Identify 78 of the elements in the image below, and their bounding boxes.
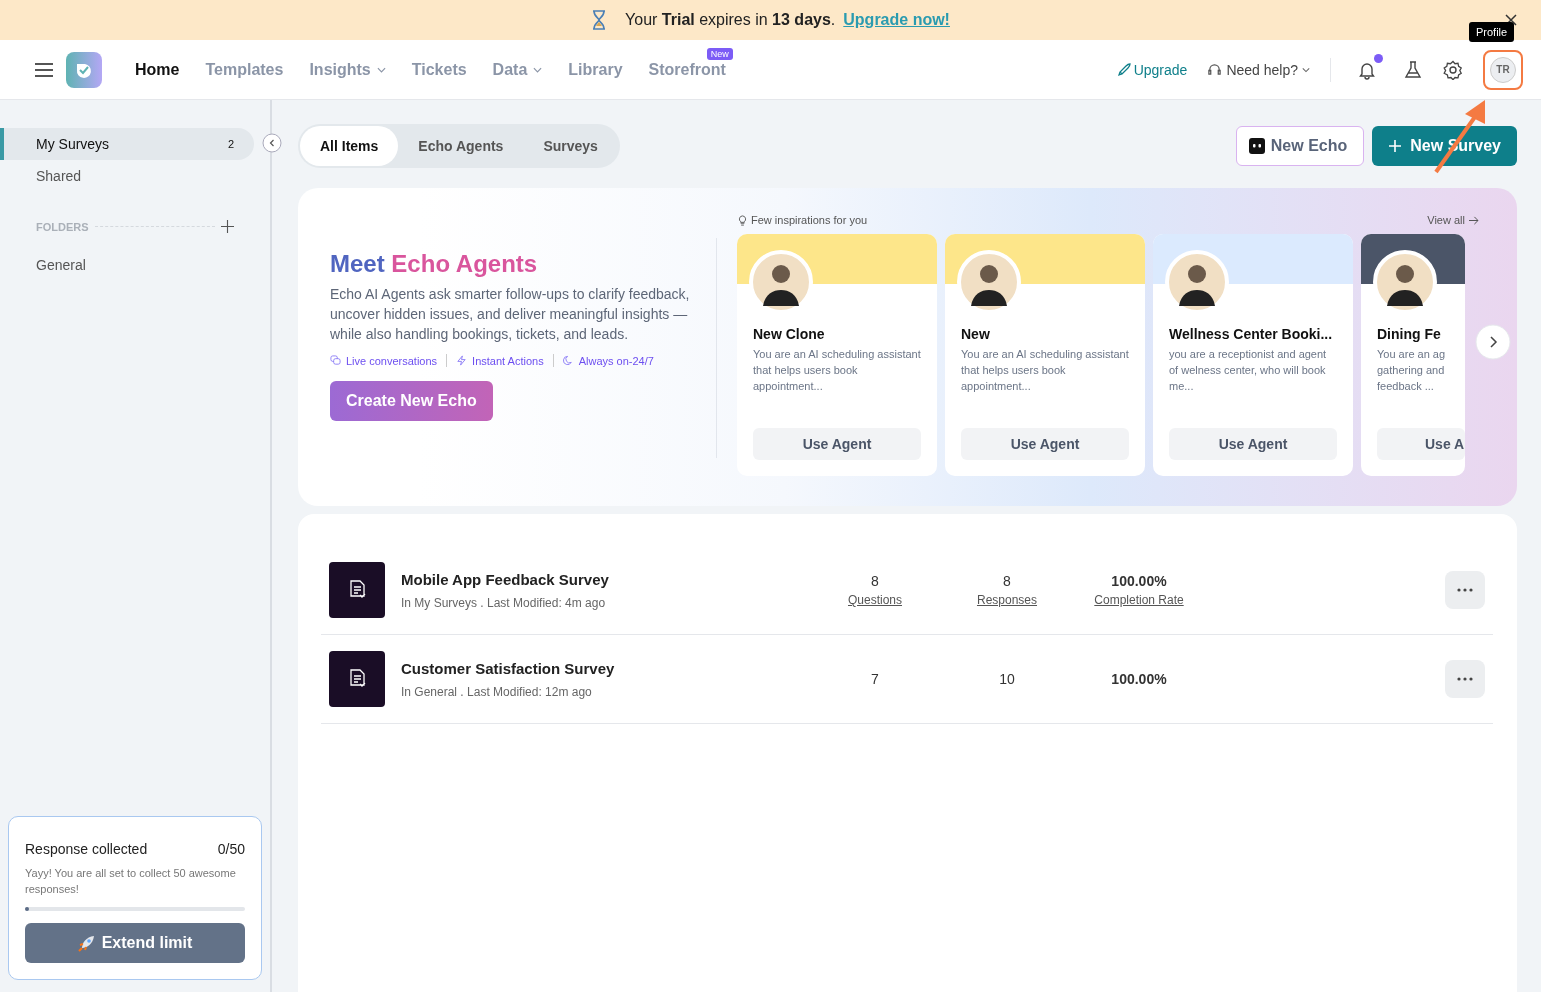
agent-card[interactable]: New You are an AI scheduling assistant that helps users book appointment... Use Agent [945, 234, 1145, 476]
agent-description: You are an ag gathering and feedback ... [1377, 347, 1447, 394]
responses-link[interactable]: Responses [976, 593, 1037, 607]
lightbulb-icon [737, 214, 748, 226]
use-agent-button[interactable]: Use Agent [961, 428, 1129, 460]
chevron-down-icon [533, 66, 543, 73]
trial-message: Your Trial expires in 13 days. [625, 11, 836, 29]
folder-item[interactable]: General [0, 249, 270, 281]
agent-description: you are a receptionist and agent of welness center, who will book me... [1169, 347, 1328, 394]
robot-face-icon [1248, 138, 1265, 154]
document-icon[interactable] [329, 562, 385, 618]
response-count: 10 [999, 671, 1015, 687]
filter-tab[interactable]: Echo Agents [398, 126, 524, 166]
use-agent-button[interactable]: Use Agent [753, 428, 921, 460]
sidebar-item[interactable]: Shared [0, 160, 254, 192]
questions-link[interactable]: Questions [848, 593, 902, 607]
inspirations-heading: Few inspirations for you [751, 214, 868, 226]
create-echo-button[interactable]: Create New Echo [330, 381, 493, 421]
completion-rate: 100.00% [1111, 671, 1167, 687]
chat-icon [330, 355, 341, 366]
usage-count: 0/50 [217, 841, 245, 857]
feature-label: Instant Actions [472, 354, 544, 367]
survey-name[interactable]: Mobile App Feedback Survey [401, 570, 801, 588]
completion-rate-link[interactable]: Completion Rate [1094, 593, 1184, 607]
add-folder-icon[interactable] [221, 220, 234, 233]
headset-icon [1207, 62, 1223, 77]
feature-label: Always on-24/7 [578, 354, 654, 367]
close-icon[interactable] [1505, 14, 1517, 26]
moon-icon [562, 355, 574, 366]
menu-icon[interactable] [34, 61, 54, 78]
completion-rate: 100.00% [1111, 573, 1167, 589]
agent-description: You are an AI scheduling assistant that helps users book appointment... [753, 347, 921, 394]
use-agent-button[interactable]: Use A [1377, 428, 1465, 460]
survey-meta: In General . Last Modified: 12m ago [401, 684, 593, 699]
new-echo-button[interactable]: New Echo [1235, 126, 1365, 166]
survey-name[interactable]: Customer Satisfaction Survey [401, 659, 801, 677]
agent-name: Wellness Center Booki... [1169, 326, 1334, 342]
agent-name: New [961, 326, 991, 342]
profile-avatar[interactable]: TR [1490, 56, 1516, 83]
sidebar-item[interactable]: My Surveys 2 [0, 128, 254, 160]
ellipsis-icon [1457, 588, 1473, 592]
agent-name: New Clone [753, 326, 826, 342]
upgrade-link[interactable]: Upgrade [1116, 61, 1188, 78]
question-count: 7 [871, 671, 879, 687]
flask-icon[interactable] [1403, 59, 1423, 80]
arrow-right-icon [1468, 215, 1479, 225]
agent-card[interactable]: Dining Fe You are an ag gathering and feedback ... Use A [1361, 234, 1465, 476]
new-badge: New [706, 47, 733, 60]
settings-icon[interactable] [1443, 59, 1463, 80]
promo-title: Meet Echo Agents [330, 250, 539, 278]
plus-icon [1388, 139, 1403, 153]
folders-heading: FOLDERS [36, 220, 89, 233]
need-help-button[interactable]: Need help? [1207, 61, 1310, 78]
collapse-icon[interactable] [262, 133, 282, 153]
filter-tab[interactable]: All Items [300, 126, 399, 166]
agent-description: You are an AI scheduling assistant that helps users book appointment... [961, 347, 1129, 394]
bolt-icon [456, 355, 468, 366]
agent-card[interactable]: New Clone You are an AI scheduling assistant that helps users book appointment... Use Agent [737, 234, 937, 476]
question-count: 8 [871, 573, 879, 589]
agent-card[interactable]: Wellness Center Booki... you are a receptionist and agent of welness center, who will book me... Use Agent [1153, 234, 1353, 476]
survey-meta: In My Surveys . Last Modified: 4m ago [401, 595, 607, 610]
chevron-down-icon [1302, 66, 1310, 73]
ellipsis-icon [1457, 677, 1473, 681]
chevron-down-icon [376, 66, 386, 73]
response-count: 8 [1003, 573, 1011, 589]
document-icon[interactable] [329, 651, 385, 707]
promo-description: Echo AI Agents ask smarter follow-ups to clarify feedback, uncover hidden issues, and deliver meaningful insights — while also handling bookings, tickets, and leads. [330, 285, 691, 344]
profile-tooltip: Profile [1469, 21, 1515, 42]
extend-limit-button[interactable]: Extend limit [25, 923, 245, 963]
feature-label: Live conversations [346, 354, 438, 367]
usage-message: Yayy! You are all set to collect 50 awesome responses! [25, 866, 237, 897]
usage-title: Response collected [25, 841, 148, 857]
use-agent-button[interactable]: Use Agent [1169, 428, 1337, 460]
agent-name: Dining Fe [1377, 326, 1442, 342]
hourglass-icon [591, 10, 608, 30]
filter-tab[interactable]: Surveys [523, 126, 618, 166]
view-all-link[interactable]: View all [1427, 214, 1479, 226]
nav-link[interactable]: Home [122, 60, 193, 79]
